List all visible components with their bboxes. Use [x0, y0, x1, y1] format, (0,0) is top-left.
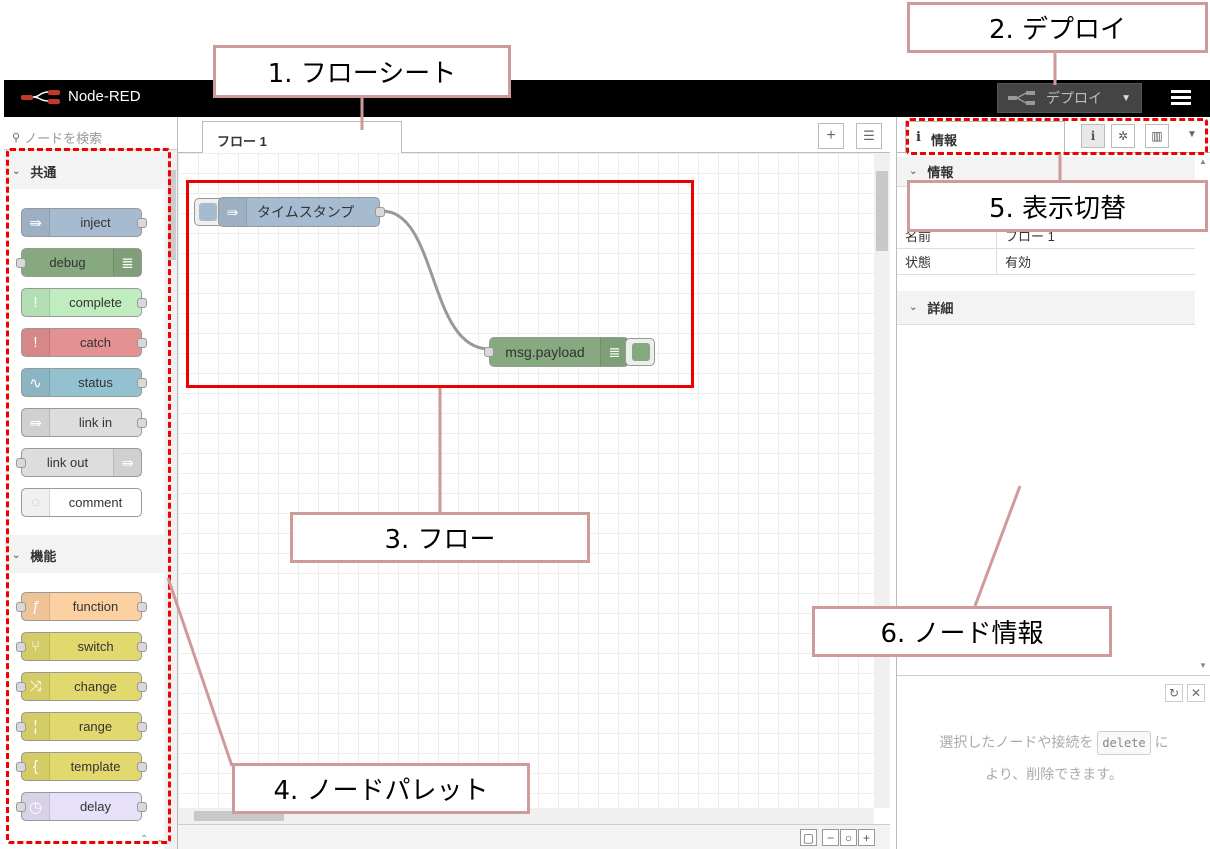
app-name: Node-RED — [68, 88, 141, 105]
zoom-reset-icon[interactable]: ○ — [840, 829, 857, 846]
row-value: 有効 — [1005, 255, 1032, 270]
section-label: 詳細 — [927, 301, 954, 316]
zoom-in-icon[interactable]: + — [858, 829, 875, 846]
delete-key: delete — [1097, 731, 1151, 755]
map-icon[interactable]: ▢ — [800, 829, 817, 846]
row-key: 状態 — [897, 249, 997, 274]
chevron-down-icon[interactable]: ▼ — [1199, 661, 1207, 670]
sidebar-section-detail[interactable]: ⌄ 詳細 — [897, 291, 1195, 325]
close-icon[interactable]: ✕ — [1187, 684, 1205, 702]
annotation-view-switch: 5. 表示切替 — [907, 180, 1208, 232]
annotation-node-palette: 4. ノードパレット — [232, 763, 530, 814]
flow-list-icon[interactable]: ☰ — [856, 123, 882, 149]
sidebar-tabs-highlight-box — [906, 118, 1208, 155]
chevron-down-icon[interactable]: ▼ — [1121, 93, 1131, 104]
chevron-up-icon[interactable]: ▲ — [1199, 157, 1207, 166]
app-logo: Node-RED — [20, 88, 141, 105]
refresh-icon[interactable]: ↻ — [1165, 684, 1183, 702]
hamburger-menu-icon[interactable] — [1169, 87, 1193, 109]
sidebar-help-panel: ↻ ✕ 選択したノードや接続を delete に より、削除できます。 — [897, 675, 1210, 849]
annotation-deploy: 2. デプロイ — [907, 2, 1208, 53]
workspace-tabbar: フロー 1 + ☰ — [178, 117, 890, 154]
flow-highlight-box — [186, 180, 694, 388]
scrollbar-thumb[interactable] — [876, 171, 888, 251]
deploy-label: デプロイ — [1046, 90, 1102, 106]
deploy-icon — [1008, 91, 1035, 105]
annotation-flow-sheet: 1. フローシート — [213, 45, 511, 98]
chevron-down-icon: ⌄ — [909, 302, 918, 313]
zoom-out-icon[interactable]: − — [822, 829, 839, 846]
node-red-logo-icon — [21, 89, 60, 104]
palette-search[interactable]: ⚲ ノードを検索 — [4, 117, 177, 150]
annotation-flow: 3. フロー — [290, 512, 590, 563]
search-icon: ⚲ — [12, 132, 21, 144]
add-flow-icon[interactable]: + — [818, 123, 844, 149]
annotation-node-info: 6. ノード情報 — [812, 606, 1112, 657]
palette-highlight-box — [6, 148, 171, 844]
workspace-footer: ▢ − ○ + — [178, 824, 890, 849]
info-row-status: 状態 有効 — [897, 249, 1195, 275]
help-text-part: に — [1154, 734, 1169, 750]
help-text-part: 選択したノードや接続を — [939, 734, 1094, 750]
header-bar: Node-RED デプロイ ▼ — [4, 80, 1210, 117]
help-text: 選択したノードや接続を delete に より、削除できます。 — [897, 726, 1210, 790]
deploy-button[interactable]: デプロイ ▼ — [997, 83, 1142, 113]
section-label: 情報 — [927, 165, 954, 180]
chevron-down-icon: ⌄ — [909, 166, 918, 177]
tab-flow-1[interactable]: フロー 1 — [202, 121, 402, 154]
search-input[interactable]: ノードを検索 — [24, 128, 102, 147]
canvas-vertical-scrollbar[interactable] — [874, 153, 890, 808]
help-text-part: より、削除できます。 — [985, 766, 1123, 782]
